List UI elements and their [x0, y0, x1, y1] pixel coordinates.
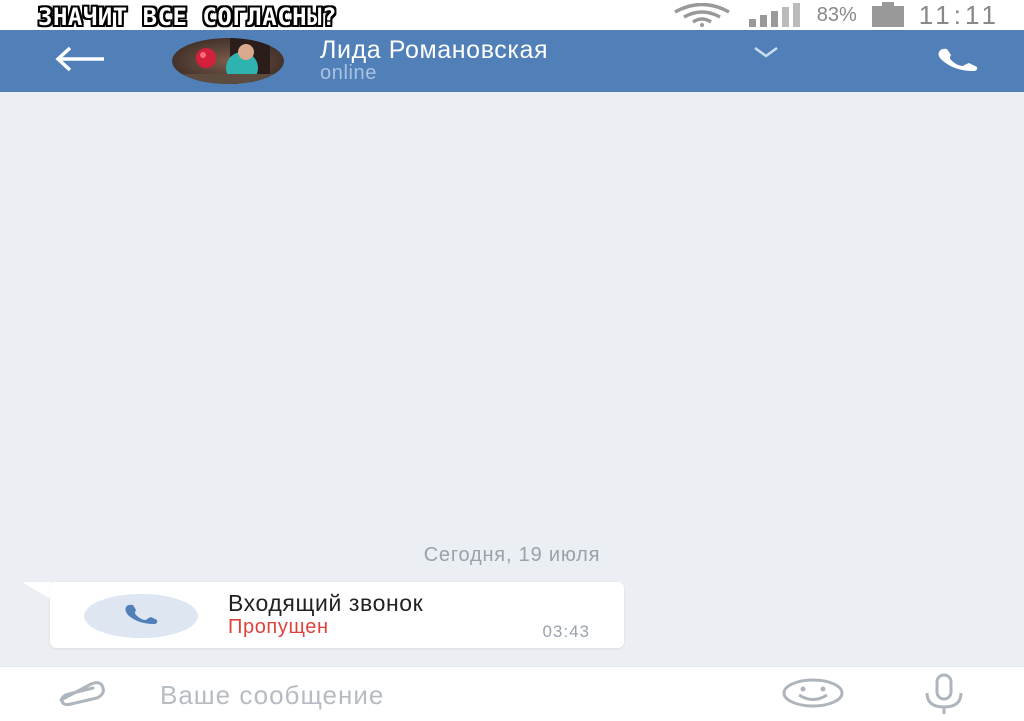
call-title: Входящий звонок [228, 590, 424, 616]
smile-icon [781, 678, 845, 712]
bubble-tail [22, 582, 52, 600]
wifi-icon [671, 3, 733, 27]
message-composer [0, 666, 1024, 721]
date-separator: Сегодня, 19 июля [423, 544, 601, 566]
microphone-icon [917, 673, 971, 719]
contact-name[interactable]: Лида Романовская [320, 36, 548, 65]
status-indicators: 83% 11:11 [671, 0, 1000, 30]
chevron-down-icon[interactable] [752, 44, 780, 63]
phone-icon [933, 46, 983, 76]
microphone-button[interactable] [914, 673, 974, 719]
chat-header: Лида Романовская online [0, 30, 1024, 92]
contact-status: online [320, 62, 377, 84]
battery-percentage: 83% [816, 3, 857, 26]
emoji-button[interactable] [780, 675, 846, 715]
paperclip-icon [51, 678, 109, 712]
battery-icon [871, 2, 905, 28]
status-bar: ЗНАЧИТ ВСЕ СОГЛАСНЫ? 83% 11:11 [0, 0, 1024, 30]
call-icon-circle [84, 594, 198, 638]
signal-icon [747, 3, 803, 27]
phone-icon [121, 603, 161, 629]
back-button[interactable] [52, 44, 108, 78]
meme-caption: ЗНАЧИТ ВСЕ СОГЛАСНЫ? [38, 3, 337, 31]
call-message[interactable]: Входящий звонок Пропущен 03:43 [50, 582, 624, 648]
attach-button[interactable] [50, 677, 110, 713]
message-timestamp: 03:43 [542, 622, 590, 641]
call-button[interactable] [928, 42, 988, 80]
avatar[interactable] [172, 38, 284, 84]
message-input[interactable] [160, 675, 720, 715]
clock: 11:11 [918, 0, 1000, 30]
call-status: Пропущен [228, 616, 329, 638]
back-arrow-icon [54, 46, 106, 76]
